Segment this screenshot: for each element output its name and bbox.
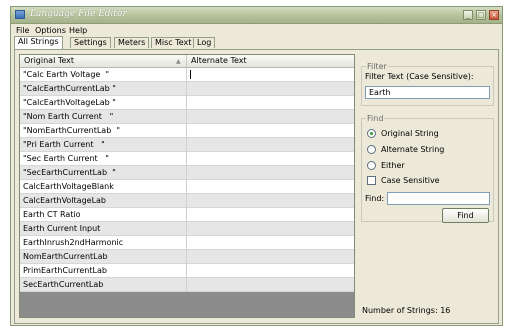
alternate-text-cell[interactable] — [187, 152, 354, 165]
alternate-text-cell[interactable] — [187, 250, 354, 263]
original-text-cell: CalcEarthVoltageLab — [20, 194, 187, 207]
original-text-cell: "Nom Earth Current " — [20, 110, 187, 123]
menu-help[interactable]: Help — [69, 26, 87, 35]
case-sensitive-checkbox[interactable] — [367, 176, 376, 185]
alternate-text-cell[interactable] — [187, 180, 354, 193]
tab-misc-text[interactable]: Misc Text — [151, 37, 196, 48]
maximize-button[interactable]: □ — [476, 10, 486, 20]
alternate-text-cell[interactable] — [187, 194, 354, 207]
menu-bar: File Options Help — [11, 24, 502, 36]
window-title: Language File Editor — [30, 9, 127, 19]
original-text-cell: "NomEarthCurrentLab " — [20, 124, 187, 137]
radio-alternate-string[interactable] — [367, 145, 376, 154]
title-bar[interactable]: Language File Editor _ □ × — [11, 7, 502, 24]
original-text-cell: "Pri Earth Current " — [20, 138, 187, 151]
original-text-cell: "SecEarthCurrentLab " — [20, 166, 187, 179]
tab-all-strings[interactable]: All Strings — [14, 36, 63, 49]
table-row[interactable]: "SecEarthCurrentLab " — [20, 166, 354, 180]
tab-settings[interactable]: Settings — [70, 37, 111, 48]
radio-alternate-string-label[interactable]: Alternate String — [381, 145, 444, 154]
table-row[interactable]: PrimEarthCurrentLab — [20, 264, 354, 278]
sort-ascending-icon: ▲ — [176, 58, 181, 65]
strings-grid[interactable]: Original Text ▲ Alternate Text "Calc Ear… — [19, 54, 355, 318]
table-row[interactable]: EarthInrush2ndHarmonic — [20, 236, 354, 250]
table-row[interactable]: "CalcEarthVoltageLab " — [20, 96, 354, 110]
find-group-label: Find — [366, 114, 385, 123]
original-text-cell: "CalcEarthCurrentLab " — [20, 82, 187, 95]
filter-group: Filter Filter Text (Case Sensitive): Ear… — [361, 62, 494, 106]
alternate-text-cell[interactable] — [187, 110, 354, 123]
radio-original-string-label[interactable]: Original String — [381, 129, 439, 138]
grid-header: Original Text ▲ Alternate Text — [20, 55, 354, 68]
table-row[interactable]: "NomEarthCurrentLab " — [20, 124, 354, 138]
filter-text-input[interactable]: Earth — [365, 86, 490, 99]
find-group: Find Original String Alternate String Ei… — [361, 114, 494, 223]
table-row[interactable]: "Nom Earth Current " — [20, 110, 354, 124]
tab-meters[interactable]: Meters — [114, 37, 150, 48]
find-input[interactable] — [387, 192, 490, 205]
table-row[interactable]: "CalcEarthCurrentLab " — [20, 82, 354, 96]
app-icon — [15, 10, 25, 19]
table-row[interactable]: CalcEarthVoltageBlank — [20, 180, 354, 194]
alternate-text-cell[interactable] — [187, 278, 354, 291]
original-text-cell: EarthInrush2ndHarmonic — [20, 236, 187, 249]
table-row[interactable]: "Pri Earth Current " — [20, 138, 354, 152]
original-text-cell: Earth CT Ratio — [20, 208, 187, 221]
find-label: Find: — [365, 194, 385, 203]
alternate-text-cell[interactable] — [187, 222, 354, 235]
original-text-cell: PrimEarthCurrentLab — [20, 264, 187, 277]
text-cursor — [190, 70, 191, 79]
original-text-cell: NomEarthCurrentLab — [20, 250, 187, 263]
table-row[interactable]: CalcEarthVoltageLab — [20, 194, 354, 208]
original-text-cell: "Calc Earth Voltage " — [20, 68, 187, 81]
column-header-original[interactable]: Original Text — [20, 55, 187, 67]
menu-file[interactable]: File — [16, 26, 29, 35]
column-header-alternate[interactable]: Alternate Text — [187, 55, 354, 67]
table-row[interactable]: Earth CT Ratio — [20, 208, 354, 222]
menu-options[interactable]: Options — [35, 26, 66, 35]
original-text-cell: SecEarthCurrentLab — [20, 278, 187, 291]
table-row[interactable]: "Sec Earth Current " — [20, 152, 354, 166]
original-text-cell: CalcEarthVoltageBlank — [20, 180, 187, 193]
alternate-text-cell[interactable] — [187, 236, 354, 249]
tab-log[interactable]: Log — [193, 37, 216, 48]
alternate-text-cell[interactable] — [187, 124, 354, 137]
alternate-text-cell[interactable] — [187, 96, 354, 109]
radio-either[interactable] — [367, 161, 376, 170]
table-row[interactable]: SecEarthCurrentLab — [20, 278, 354, 292]
alternate-text-cell[interactable] — [187, 138, 354, 151]
alternate-text-cell[interactable] — [187, 82, 354, 95]
alternate-text-cell[interactable] — [187, 68, 354, 81]
radio-original-string[interactable] — [367, 129, 376, 138]
original-text-cell: "CalcEarthVoltageLab " — [20, 96, 187, 109]
radio-either-label[interactable]: Either — [381, 161, 405, 170]
string-count: Number of Strings: 16 — [362, 306, 451, 315]
alternate-text-cell[interactable] — [187, 264, 354, 277]
filter-group-label: Filter — [366, 62, 388, 71]
case-sensitive-label[interactable]: Case Sensitive — [381, 176, 440, 185]
filter-text-label: Filter Text (Case Sensitive): — [365, 72, 474, 81]
original-text-cell: "Sec Earth Current " — [20, 152, 187, 165]
original-text-cell: Earth Current Input — [20, 222, 187, 235]
alternate-text-cell[interactable] — [187, 208, 354, 221]
alternate-text-cell[interactable] — [187, 166, 354, 179]
all-strings-panel: Original Text ▲ Alternate Text "Calc Ear… — [14, 49, 499, 324]
close-button[interactable]: × — [489, 10, 499, 20]
table-row[interactable]: NomEarthCurrentLab — [20, 250, 354, 264]
table-row[interactable]: "Calc Earth Voltage " — [20, 68, 354, 82]
table-row[interactable]: Earth Current Input — [20, 222, 354, 236]
minimize-button[interactable]: _ — [463, 10, 473, 20]
main-window: Language File Editor _ □ × File Options … — [10, 6, 503, 326]
find-button[interactable]: Find — [442, 208, 489, 223]
